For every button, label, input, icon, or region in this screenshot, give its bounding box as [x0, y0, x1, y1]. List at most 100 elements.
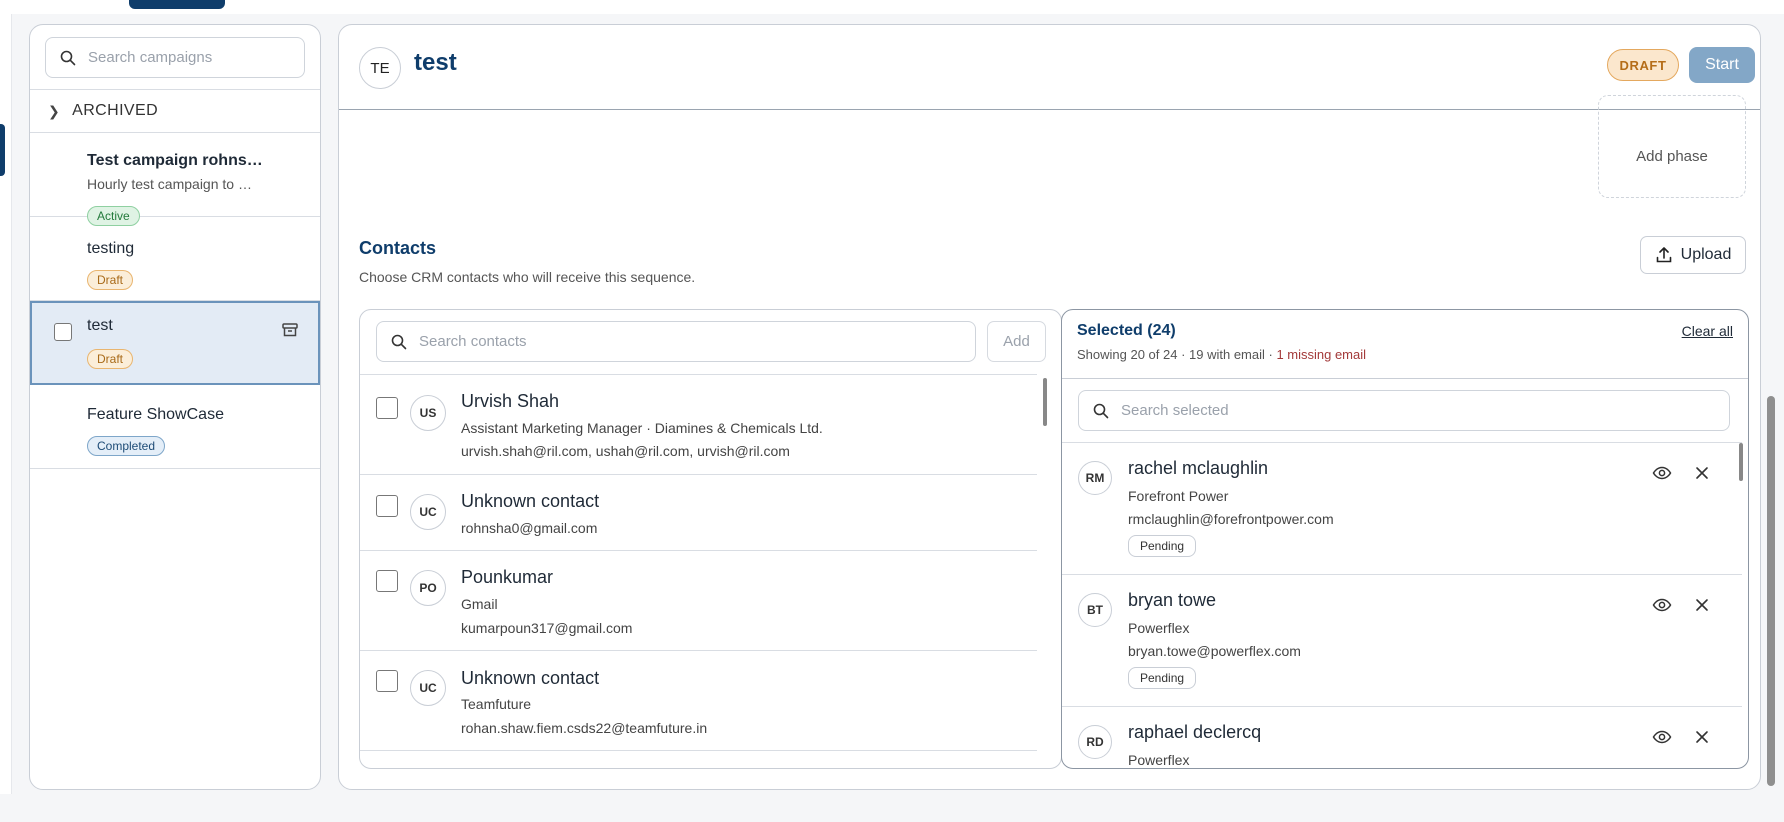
status-badge: Draft [87, 349, 134, 369]
contact-company: Powerflex [1128, 620, 1190, 636]
contact-name: Unknown contact [461, 491, 600, 511]
campaign-item[interactable]: testing Draft [30, 217, 320, 301]
status-badge: Pending [1128, 535, 1197, 557]
close-icon[interactable] [1694, 729, 1710, 745]
page-scrollbar[interactable] [1767, 396, 1775, 786]
eye-icon[interactable] [1652, 595, 1672, 615]
archive-icon[interactable] [281, 321, 299, 339]
active-top-tab[interactable] [129, 0, 225, 9]
campaign-search-input[interactable] [88, 49, 298, 66]
upload-label: Upload [1680, 246, 1732, 263]
archived-label: ARCHIVED [72, 102, 159, 119]
contact-avatar: RD [1078, 725, 1112, 759]
selected-search[interactable] [1078, 390, 1730, 431]
add-button[interactable]: Add [987, 321, 1046, 362]
contact-name: Unknown contact [461, 668, 600, 688]
campaign-checkbox[interactable] [54, 323, 72, 341]
contact-avatar: UC [410, 494, 446, 530]
contact-company: Powerflex [1128, 752, 1190, 768]
upload-icon [1656, 247, 1671, 263]
close-icon[interactable] [1694, 597, 1710, 613]
contacts-heading: Contacts [359, 238, 437, 258]
contact-list-scrollbar[interactable] [1043, 378, 1047, 426]
status-badge: Draft [87, 270, 134, 290]
contact-avatar: BT [1078, 593, 1112, 627]
selected-contact-row[interactable]: BT bryan towe Powerflex bryan.towe@power… [1062, 574, 1742, 706]
contact-avatar: US [410, 395, 446, 431]
selected-stats: Showing 20 of 24 · 19 with email · 1 mis… [1077, 347, 1366, 362]
selected-count: Selected (24) [1077, 322, 1176, 339]
campaign-search[interactable] [45, 37, 305, 78]
campaign-title: test [87, 317, 113, 334]
contact-checkbox[interactable] [376, 495, 398, 517]
contact-row[interactable]: UC Unknown contact rohnsha0@gmail.com [360, 474, 1037, 550]
eye-icon[interactable] [1652, 463, 1672, 483]
contact-email: kumarpoun317@gmail.com [461, 620, 633, 636]
campaign-title: test [414, 49, 457, 76]
selected-stats-text: Showing 20 of 24 · 19 with email · [1077, 347, 1277, 362]
contact-checkbox[interactable] [376, 397, 398, 419]
status-badge: Completed [87, 436, 166, 456]
contact-title: Assistant Marketing Manager · Diamines &… [461, 420, 823, 436]
nav-active-marker [0, 124, 5, 176]
contact-avatar: PO [410, 570, 446, 606]
contact-avatar: UC [410, 670, 446, 706]
contact-name: rachel mclaughlin [1128, 458, 1269, 478]
contact-name: Urvish Shah [461, 391, 560, 411]
eye-icon[interactable] [1652, 727, 1672, 747]
campaign-header: TE test DRAFT Start [339, 25, 1760, 110]
contact-name: Pounkumar [461, 567, 554, 587]
contact-company: Gmail [461, 596, 498, 612]
selected-list-scrollbar[interactable] [1739, 443, 1743, 481]
campaign-title: Feature ShowCase [87, 406, 224, 423]
contact-email: rohnsha0@gmail.com [461, 520, 598, 536]
campaign-item[interactable]: Test campaign rohns… Hourly test campaig… [30, 133, 320, 226]
campaign-title: testing [87, 240, 135, 257]
upload-button[interactable]: Upload [1640, 236, 1746, 274]
contact-search[interactable] [376, 321, 976, 362]
contact-row[interactable]: US Urvish Shah Assistant Marketing Manag… [360, 374, 1037, 474]
contact-name: raphael declercq [1128, 722, 1262, 742]
search-icon [1093, 403, 1109, 418]
search-icon [391, 334, 407, 349]
chevron-right-icon: ❯ [48, 102, 61, 119]
selected-search-input[interactable] [1121, 402, 1641, 419]
campaign-sidebar: ❯ ARCHIVED Test campaign rohns… Hourly t… [29, 24, 321, 790]
start-button[interactable]: Start [1689, 47, 1755, 83]
close-icon[interactable] [1694, 465, 1710, 481]
campaign-avatar: TE [359, 47, 401, 89]
clear-all-link[interactable]: Clear all [1682, 323, 1733, 339]
campaign-title: Test campaign rohns… [87, 152, 263, 169]
add-phase-button[interactable]: Add phase [1598, 95, 1746, 198]
contact-checkbox[interactable] [376, 570, 398, 592]
campaign-item-selected[interactable]: test Draft [30, 301, 320, 385]
contact-email: bryan.towe@powerflex.com [1128, 643, 1301, 659]
status-badge: Pending [1128, 667, 1197, 689]
selected-header: Selected (24) Showing 20 of 24 · 19 with… [1062, 310, 1748, 379]
contact-email: rohan.shaw.fiem.csds22@teamfuture.in [461, 720, 708, 736]
selected-contact-row[interactable]: RM rachel mclaughlin Forefront Power rmc… [1062, 442, 1742, 574]
contact-search-input[interactable] [419, 333, 939, 350]
contact-checkbox[interactable] [376, 670, 398, 692]
status-badge: DRAFT [1607, 49, 1679, 81]
contact-row-partial[interactable] [360, 750, 1037, 768]
campaign-subtitle: Hourly test campaign to … [87, 176, 252, 192]
contact-name: bryan towe [1128, 590, 1217, 610]
contact-company: Teamfuture [461, 696, 532, 712]
contact-avatar: RM [1078, 461, 1112, 495]
contact-row[interactable]: PO Pounkumar Gmail kumarpoun317@gmail.co… [360, 550, 1037, 650]
contact-company: Forefront Power [1128, 488, 1229, 504]
contact-list: Add US Urvish Shah Assistant Marketing M… [359, 309, 1062, 769]
search-icon [60, 50, 76, 65]
selected-contact-row[interactable]: RD raphael declercq Powerflex [1062, 706, 1742, 768]
contacts-description: Choose CRM contacts who will receive thi… [359, 269, 696, 285]
missing-email-count: 1 missing email [1276, 347, 1367, 362]
campaign-detail: TE test DRAFT Start Add phase Contacts C… [338, 24, 1761, 790]
campaign-item[interactable]: Feature ShowCase Completed [30, 385, 320, 469]
archived-toggle[interactable]: ❯ ARCHIVED [30, 89, 320, 133]
selected-contacts-panel: Selected (24) Showing 20 of 24 · 19 with… [1061, 309, 1749, 769]
contact-email: rmclaughlin@forefrontpower.com [1128, 511, 1334, 527]
contact-row[interactable]: UC Unknown contact Teamfuture rohan.shaw… [360, 650, 1037, 750]
top-strip [0, 0, 1784, 14]
contact-emails: urvish.shah@ril.com, ushah@ril.com, urvi… [461, 443, 790, 459]
